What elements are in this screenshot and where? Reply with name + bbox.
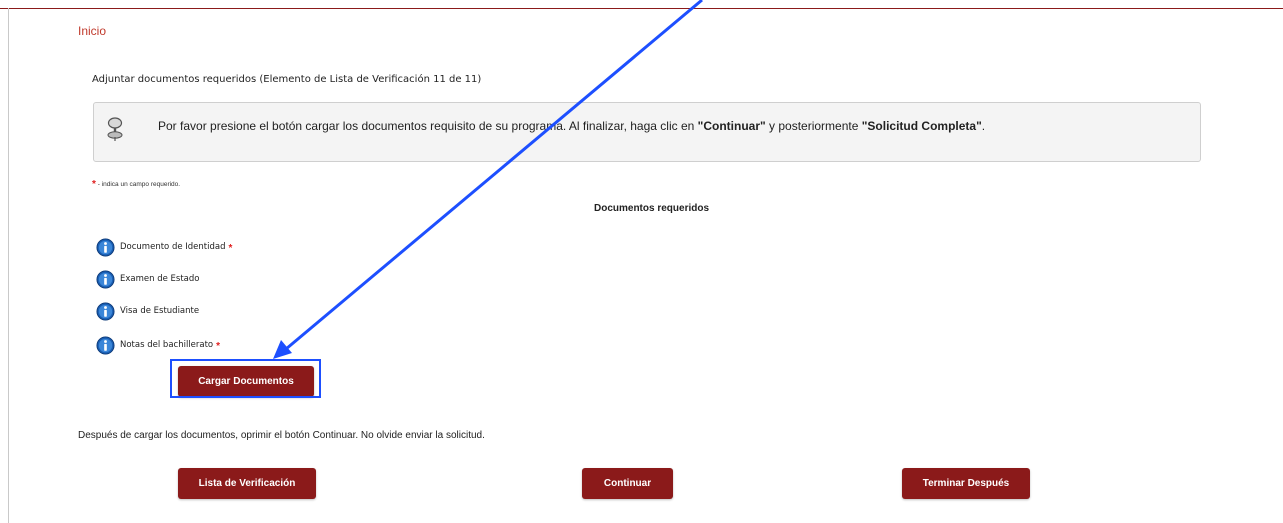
info-panel: Por favor presione el botón cargar los d… bbox=[93, 102, 1201, 162]
info-text-before: Por favor presione el botón cargar los d… bbox=[158, 119, 698, 133]
checklist-button[interactable]: Lista de Verificación bbox=[178, 468, 316, 499]
info-complete-emphasis: "Solicitud Completa" bbox=[861, 119, 982, 133]
document-label: Notas del bachillerato bbox=[120, 340, 214, 350]
info-message: Por favor presione el botón cargar los d… bbox=[158, 119, 985, 133]
document-item-examen: Examen de Estado bbox=[96, 268, 199, 290]
continue-button[interactable]: Continuar bbox=[582, 468, 673, 499]
required-star-icon: * bbox=[216, 340, 221, 352]
required-note-text: - indica un campo requerido. bbox=[95, 181, 181, 188]
info-icon[interactable] bbox=[96, 335, 115, 355]
required-star-icon: * bbox=[228, 242, 233, 254]
after-upload-instructions: Después de cargar los documentos, oprimi… bbox=[78, 430, 485, 441]
required-field-note: * - indica un campo requerido. bbox=[92, 178, 181, 190]
info-icon[interactable] bbox=[96, 237, 115, 257]
finish-later-button[interactable]: Terminar Después bbox=[902, 468, 1030, 499]
info-icon[interactable] bbox=[96, 301, 115, 321]
breadcrumb-home-link[interactable]: Inicio bbox=[78, 24, 106, 38]
document-item-identidad: Documento de Identidad * bbox=[96, 236, 232, 258]
annotation-highlight-box bbox=[170, 359, 321, 398]
pushpin-icon bbox=[107, 117, 123, 141]
info-text-middle: y posteriormente bbox=[765, 119, 862, 133]
document-item-visa: Visa de Estudiante bbox=[96, 300, 199, 322]
info-continue-emphasis: "Continuar" bbox=[697, 119, 766, 133]
header-divider bbox=[0, 8, 1283, 9]
document-label: Examen de Estado bbox=[120, 274, 200, 284]
document-label: Documento de Identidad bbox=[120, 242, 226, 252]
document-item-notas: Notas del bachillerato * bbox=[96, 334, 220, 356]
required-star-icon: * bbox=[92, 179, 96, 190]
document-label: Visa de Estudiante bbox=[120, 306, 200, 316]
page-title: Adjuntar documentos requeridos (Elemento… bbox=[92, 74, 482, 85]
documents-heading: Documentos requeridos bbox=[594, 203, 710, 214]
left-border bbox=[8, 8, 9, 523]
info-text-after: . bbox=[981, 119, 986, 133]
info-icon[interactable] bbox=[96, 269, 115, 289]
